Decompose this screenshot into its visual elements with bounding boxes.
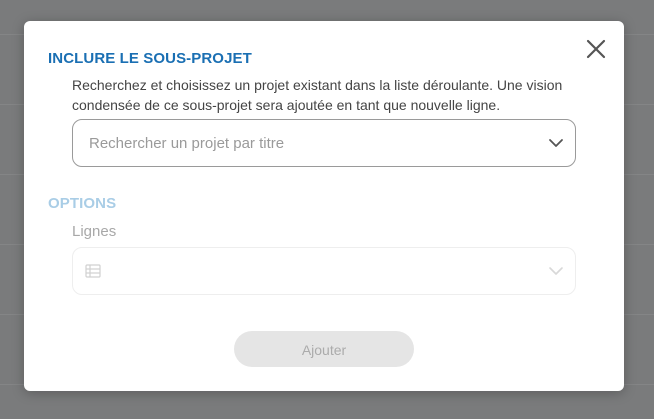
close-button[interactable] (584, 37, 608, 61)
dialog-title: INCLURE LE SOUS-PROJET (48, 50, 252, 67)
lines-label: Lignes (72, 223, 117, 240)
add-button[interactable]: Ajouter (234, 331, 414, 367)
project-search-select[interactable]: Rechercher un projet par titre (72, 119, 576, 167)
chevron-down-icon (549, 139, 563, 147)
dialog-description: Recherchez et choisissez un projet exist… (72, 77, 563, 113)
lines-select[interactable] (72, 247, 576, 295)
project-search-placeholder: Rechercher un projet par titre (89, 135, 285, 152)
close-icon (586, 39, 606, 59)
table-icon (85, 264, 101, 278)
include-subproject-dialog: INCLURE LE SOUS-PROJET Recherchez et cho… (24, 21, 624, 391)
options-title: OPTIONS (48, 195, 117, 212)
chevron-down-icon (549, 267, 563, 275)
